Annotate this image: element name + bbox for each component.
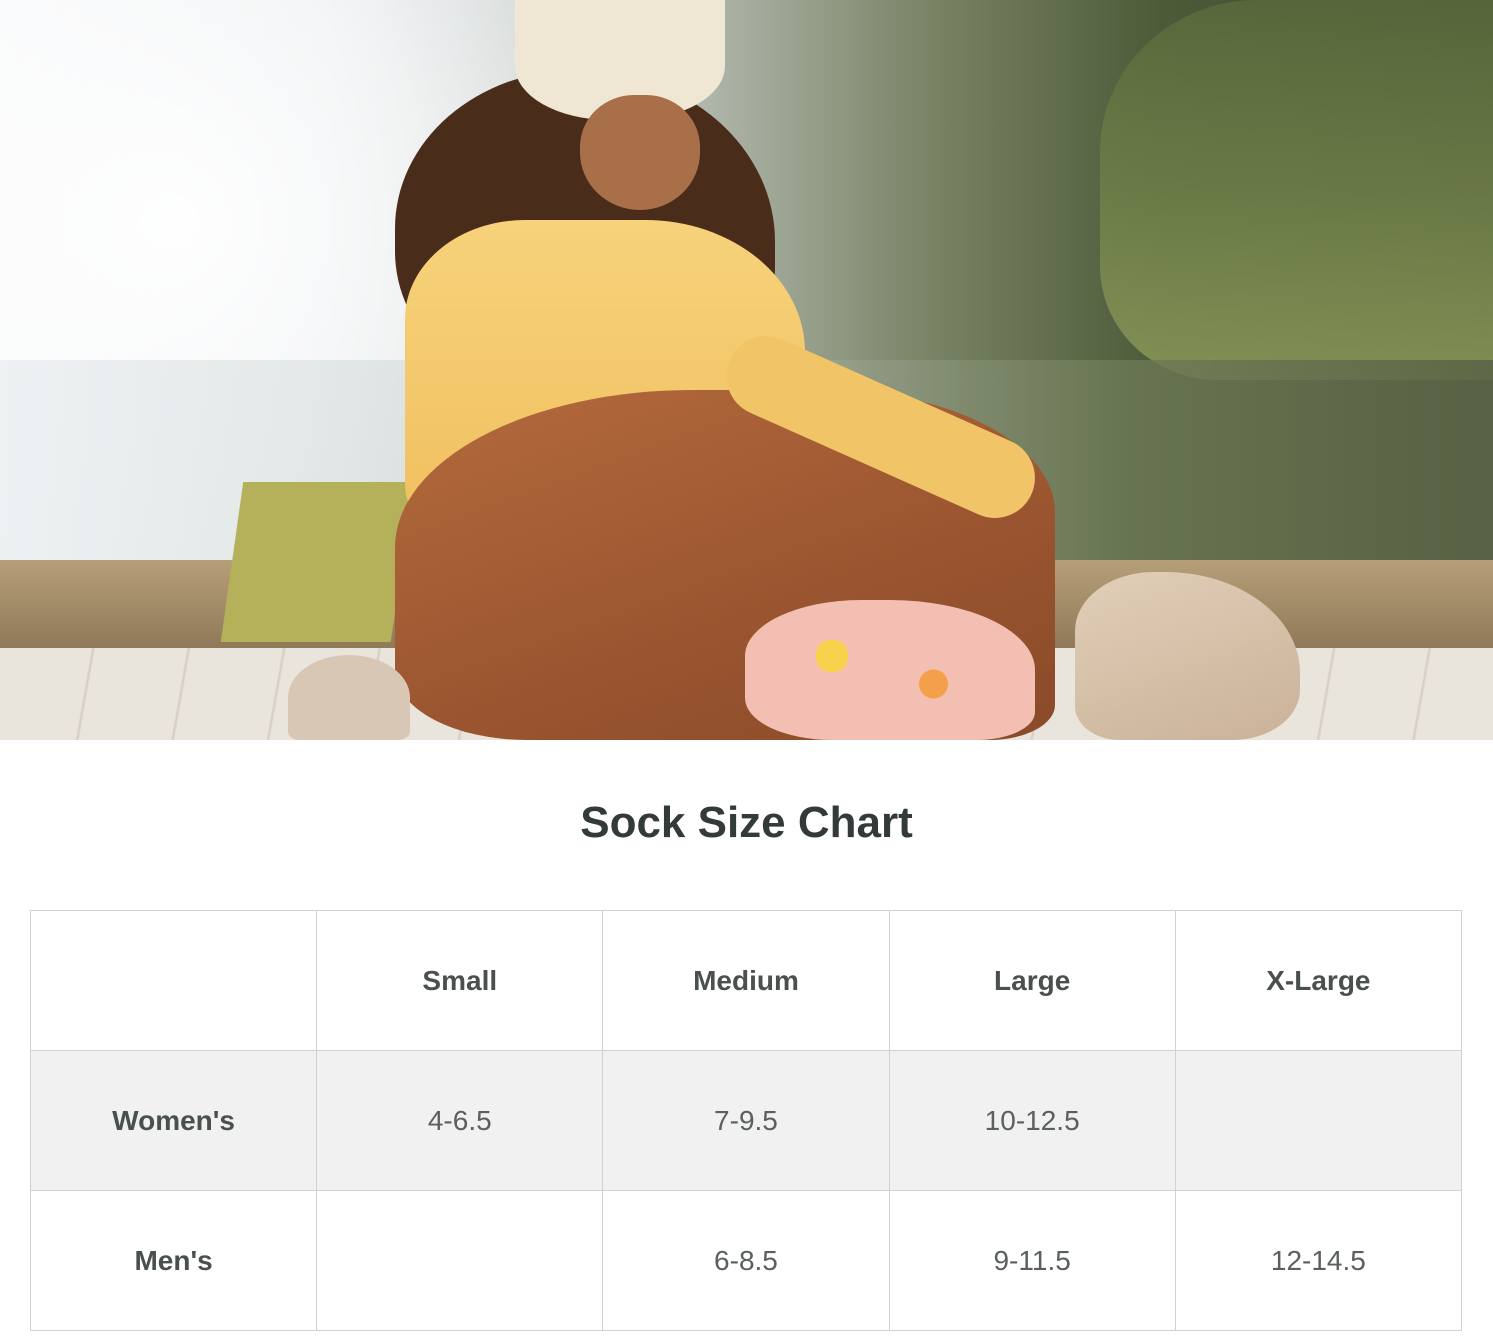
hero-photo <box>0 0 1493 740</box>
column-header-medium: Medium <box>602 910 890 1051</box>
column-header-x-large: X-Large <box>1174 910 1463 1051</box>
page: Sock Size Chart Small Medium Large X-Lar… <box>0 0 1493 1338</box>
table-cell: 9-11.5 <box>888 1190 1176 1331</box>
size-chart-table: Small Medium Large X-Large Women's 4-6.5… <box>29 910 1463 1331</box>
boat-seat <box>220 482 414 642</box>
page-title: Sock Size Chart <box>580 798 913 847</box>
table-cell: 4-6.5 <box>316 1050 604 1191</box>
table-cell <box>316 1190 604 1331</box>
corner-cell <box>29 910 318 1051</box>
table-cell: 7-9.5 <box>602 1050 890 1191</box>
spare-shoe <box>288 655 410 740</box>
table-cell: 12-14.5 <box>1174 1190 1463 1331</box>
row-header-mens: Men's <box>29 1190 318 1331</box>
person-face <box>580 95 700 210</box>
column-header-large: Large <box>888 910 1176 1051</box>
table-header-row: Small Medium Large X-Large <box>29 910 1463 1051</box>
table-cell: 10-12.5 <box>888 1050 1176 1191</box>
floral-sock <box>745 600 1035 740</box>
forest-background <box>1100 0 1493 380</box>
table-row-womens: Women's 4-6.5 7-9.5 10-12.5 <box>29 1050 1463 1191</box>
row-header-womens: Women's <box>29 1050 318 1191</box>
table-cell <box>1174 1050 1463 1191</box>
table-cell: 6-8.5 <box>602 1190 890 1331</box>
table-row-mens: Men's 6-8.5 9-11.5 12-14.5 <box>29 1190 1463 1331</box>
column-header-small: Small <box>316 910 604 1051</box>
